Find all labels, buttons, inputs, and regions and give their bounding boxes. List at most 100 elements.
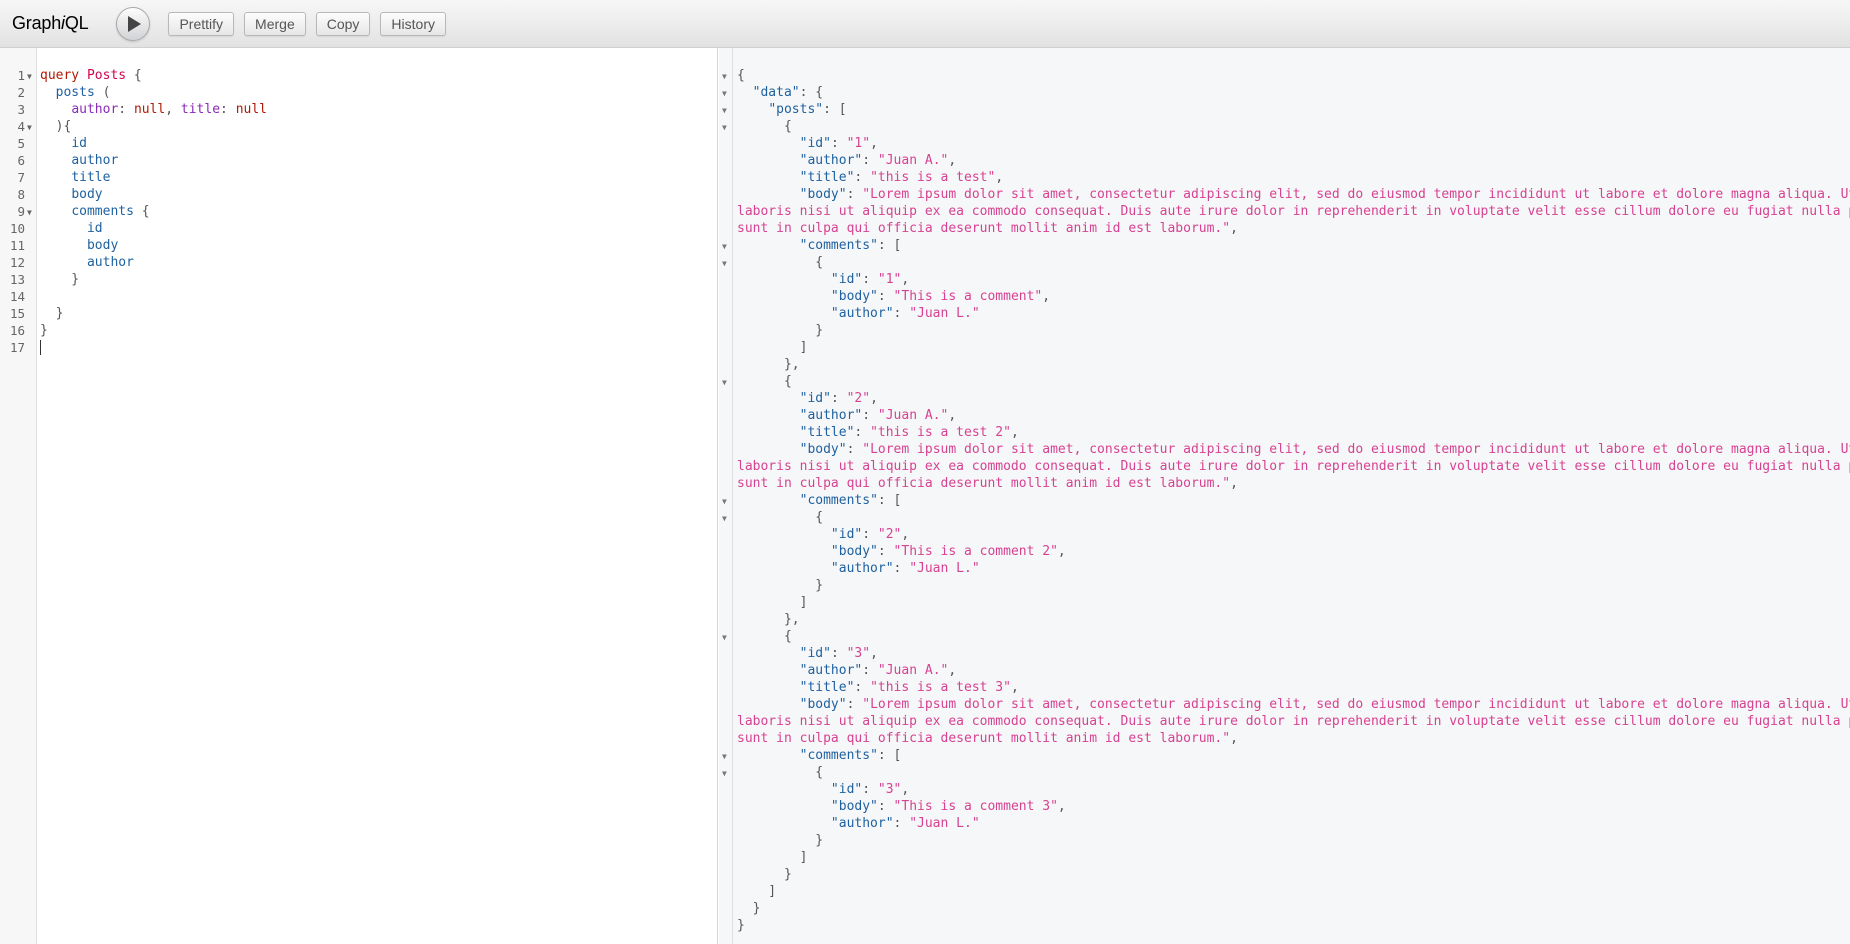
result-line-text: sunt in culpa qui officia deserunt molli…: [737, 220, 1238, 237]
line-number: 13: [9, 272, 25, 287]
json-token: :: [846, 697, 863, 712]
query-token: query: [40, 68, 80, 83]
logo-prefix: Graph: [12, 13, 62, 33]
fold-arrow-icon[interactable]: ▼: [722, 510, 727, 527]
fold-arrow-icon[interactable]: ▼: [722, 374, 727, 391]
json-token: "id": [830, 782, 863, 797]
line-number: 4: [17, 119, 25, 134]
query-line[interactable]: 10 id: [0, 220, 718, 237]
fold-arrow-icon[interactable]: ▼: [27, 119, 32, 136]
json-token: "Lorem ipsum dolor sit amet, consectetur…: [862, 442, 1850, 457]
fold-arrow-icon[interactable]: ▼: [722, 119, 727, 136]
query-line[interactable]: 7 title: [0, 169, 718, 186]
result-line-text: "comments": [: [737, 747, 902, 764]
query-line[interactable]: 13 }: [0, 271, 718, 288]
json-token: "id": [830, 272, 863, 287]
query-token: (: [94, 85, 111, 100]
json-token: ,: [948, 663, 957, 678]
execute-query-button[interactable]: [116, 6, 151, 41]
history-button[interactable]: History: [380, 11, 446, 36]
fold-arrow-icon[interactable]: ▼: [722, 748, 727, 765]
query-line[interactable]: 16}: [0, 322, 718, 339]
query-token: [40, 255, 87, 270]
json-token: : [: [877, 493, 902, 508]
result-line-text: {: [737, 373, 792, 390]
json-token: "author": [799, 153, 863, 168]
json-token: :: [862, 153, 878, 168]
json-token: ,: [1230, 731, 1238, 746]
json-token: :: [830, 391, 847, 406]
query-line[interactable]: 3 author: null, title: null: [0, 101, 718, 118]
line-number: 14: [9, 289, 25, 304]
result-viewer[interactable]: ▼{▼ "data": {▼ "posts": [▼ { "id": "1", …: [719, 48, 1850, 944]
fold-arrow-icon[interactable]: ▼: [722, 629, 727, 646]
json-token: "id": [799, 136, 831, 151]
fold-arrow-icon[interactable]: ▼: [722, 68, 727, 85]
query-line-text: body: [40, 186, 102, 203]
result-line: }: [719, 917, 1850, 934]
query-line[interactable]: 2 posts (: [0, 84, 718, 101]
query-editor[interactable]: 1 ▼ query Posts {2 posts (3 author: null, …: [0, 48, 718, 944]
fold-arrow-icon[interactable]: ▼: [722, 493, 727, 510]
result-line-text: "id": "1",: [737, 271, 909, 288]
fold-arrow-icon[interactable]: ▼: [722, 255, 727, 272]
query-line[interactable]: 15 }: [0, 305, 718, 322]
line-number: 8: [17, 187, 25, 202]
json-token: :: [893, 561, 910, 576]
query-line[interactable]: 4 ▼ ){: [0, 118, 718, 135]
query-line[interactable]: 1 ▼ query Posts {: [0, 67, 718, 84]
merge-button[interactable]: Merge: [244, 11, 306, 36]
json-token: :: [862, 663, 878, 678]
json-token: "body": [830, 799, 878, 814]
result-line-text: "body": "Lorem ipsum dolor sit amet, con…: [737, 441, 1850, 458]
result-code: ▼{▼ "data": {▼ "posts": [▼ { "id": "1", …: [719, 67, 1850, 934]
line-number: 12: [9, 255, 25, 270]
query-line[interactable]: 17: [0, 339, 718, 356]
result-line: ]: [719, 594, 1850, 611]
json-token: "Lorem ipsum dolor sit amet, consectetur…: [862, 697, 1850, 712]
json-token: ,: [1010, 680, 1019, 695]
line-number: 3: [17, 102, 25, 117]
json-token: ,: [1057, 799, 1066, 814]
query-line[interactable]: 12 author: [0, 254, 718, 271]
fold-arrow-icon[interactable]: ▼: [722, 102, 727, 119]
query-line[interactable]: 8 body: [0, 186, 718, 203]
query-line[interactable]: 11 body: [0, 237, 718, 254]
line-number: 16: [9, 323, 25, 338]
fold-arrow-icon[interactable]: ▼: [722, 765, 727, 782]
json-token: "title": [799, 680, 855, 695]
result-line: ]: [719, 883, 1850, 900]
query-line[interactable]: 6 author: [0, 152, 718, 169]
fold-arrow-icon[interactable]: ▼: [722, 85, 727, 102]
result-line-text: "author": "Juan A.",: [737, 662, 957, 679]
query-code[interactable]: 1 ▼ query Posts {2 posts (3 author: null, …: [0, 67, 718, 356]
json-token: }: [737, 918, 745, 933]
result-line-text: {: [737, 509, 823, 526]
result-line: }: [719, 866, 1850, 883]
fold-arrow-icon[interactable]: ▼: [722, 238, 727, 255]
result-line: ]: [719, 339, 1850, 356]
fold-arrow-icon[interactable]: ▼: [27, 68, 32, 85]
query-line[interactable]: 5 id: [0, 135, 718, 152]
copy-button[interactable]: Copy: [315, 11, 371, 36]
result-line: "body": "This is a comment 3",: [719, 798, 1850, 815]
result-line: ▼ {: [719, 628, 1850, 645]
prettify-button[interactable]: Prettify: [168, 11, 235, 36]
fold-arrow-icon[interactable]: ▼: [27, 204, 32, 221]
query-line[interactable]: 14: [0, 288, 718, 305]
result-line-text: laboris nisi ut aliquip ex ea commodo co…: [737, 203, 1850, 220]
result-line: "body": "Lorem ipsum dolor sit amet, con…: [719, 441, 1850, 458]
result-line-text: "data": {: [737, 84, 823, 101]
json-token: ]: [737, 340, 808, 355]
result-line-text: {: [737, 118, 792, 135]
query-token: [40, 85, 56, 100]
line-number: 5: [17, 136, 25, 151]
query-line[interactable]: 9 ▼ comments {: [0, 203, 718, 220]
